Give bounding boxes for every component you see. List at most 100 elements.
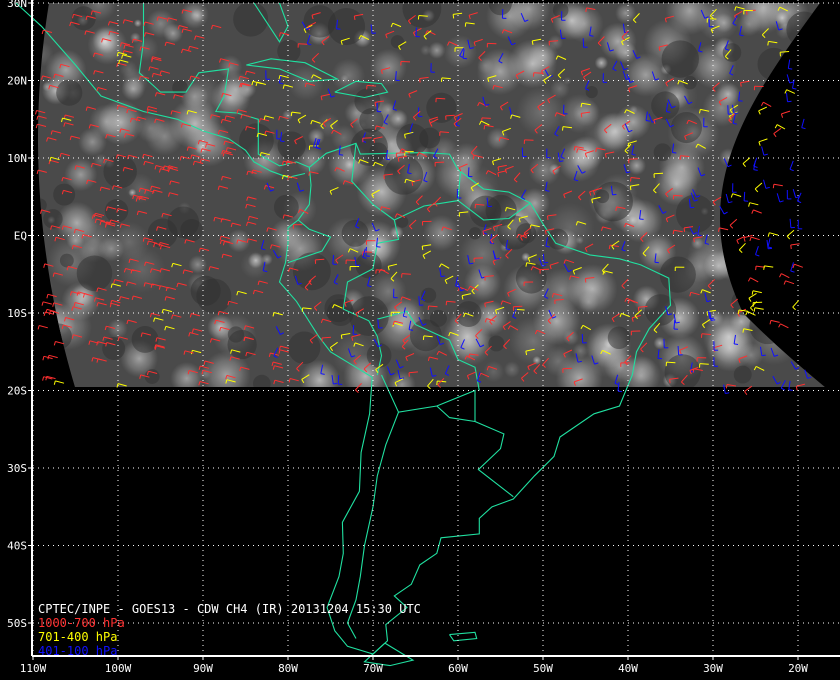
cloud-patch xyxy=(331,58,366,93)
wind-barb xyxy=(801,118,806,130)
wind-barb xyxy=(745,311,756,316)
wind-barb xyxy=(748,202,759,207)
longitude-labels: 110W 100W 90W 80W 70W 60W 50W 40W 30W 20W xyxy=(20,662,809,675)
wind-barb xyxy=(755,246,760,257)
cloud-patch xyxy=(718,148,738,167)
clear-patch xyxy=(131,326,159,353)
lon-label: 100W xyxy=(105,662,132,675)
clear-patch xyxy=(53,183,76,206)
cloud-patch xyxy=(443,34,478,69)
satellite-wind-map: 30N 20N 10N EQ 10S 20S 30S 40S 50S 110W 100W 90W 80… xyxy=(7,0,840,675)
wind-barb xyxy=(776,193,784,203)
lon-label: 90W xyxy=(193,662,213,675)
lat-label: EQ xyxy=(14,230,27,243)
clear-patch xyxy=(277,131,306,160)
wind-barb xyxy=(779,273,790,279)
clear-patch xyxy=(664,354,701,387)
cloud-patch xyxy=(563,76,572,85)
cloud-patch xyxy=(388,370,416,387)
wind-barb xyxy=(758,138,768,146)
wind-barb xyxy=(743,191,749,202)
legend-high-level: 401-100 hPa xyxy=(38,644,118,658)
cloud-patch xyxy=(449,142,484,177)
wind-barb xyxy=(786,92,792,103)
clear-patch xyxy=(341,219,369,247)
map-viewer: 30N 20N 10N EQ 10S 20S 30S 40S 50S 110W 100W 90W 80… xyxy=(0,0,840,680)
cloud-patch xyxy=(482,360,505,383)
latitude-labels: 30N 20N 10N EQ 10S 20S 30S 40S 50S xyxy=(7,0,27,630)
clear-patch xyxy=(76,255,113,292)
clear-patch xyxy=(239,123,274,159)
cloud-patch xyxy=(188,255,208,274)
cloud-patch xyxy=(198,367,211,380)
cloud-patch xyxy=(734,135,760,161)
cloud-patch xyxy=(145,116,184,156)
wind-barb xyxy=(767,238,773,249)
clear-patch xyxy=(172,79,188,96)
clear-patch xyxy=(777,294,810,327)
wind-barb xyxy=(786,229,795,240)
clear-patch xyxy=(396,215,409,228)
clear-patch xyxy=(426,92,457,123)
wind-barb xyxy=(760,101,772,108)
clear-patch xyxy=(675,194,715,233)
wind-barb xyxy=(792,263,803,269)
cloud-patch xyxy=(532,296,581,346)
wind-barb xyxy=(732,183,737,193)
wind-barb xyxy=(797,219,803,230)
wind-barb xyxy=(751,290,762,295)
lat-label: 20S xyxy=(7,385,27,398)
wind-barb xyxy=(719,205,728,215)
cloud-patch xyxy=(119,60,139,79)
wind-barb xyxy=(736,235,746,245)
wind-barb xyxy=(767,232,779,237)
cloud-patch xyxy=(287,64,324,101)
clear-patch xyxy=(789,248,815,273)
wind-barb xyxy=(790,243,800,250)
cloud-patch xyxy=(724,157,771,204)
clear-patch xyxy=(607,326,631,350)
clear-patch xyxy=(757,47,791,81)
clear-patch xyxy=(736,166,763,192)
clear-patch xyxy=(733,365,752,384)
clear-patch xyxy=(741,232,778,269)
wind-barb xyxy=(753,157,758,168)
cloud-patch xyxy=(741,251,779,288)
clear-patch xyxy=(661,40,699,78)
wind-barb xyxy=(787,59,793,70)
clear-patch xyxy=(595,189,610,204)
wind-barb xyxy=(773,127,782,138)
lat-label: 20N xyxy=(7,75,27,88)
lat-label: 50S xyxy=(7,617,27,630)
wind-barb xyxy=(37,325,48,330)
cloud-patch xyxy=(315,112,341,138)
clear-patch xyxy=(196,278,232,314)
clear-patch xyxy=(469,195,502,228)
wind-barb xyxy=(730,193,742,198)
clear-patch xyxy=(552,3,569,18)
cloud-patch xyxy=(615,3,637,24)
cloud-patch xyxy=(767,198,802,233)
lon-label: 80W xyxy=(278,662,298,675)
wind-barb xyxy=(769,319,780,325)
wind-barb xyxy=(763,179,770,189)
wind-barb xyxy=(783,280,795,285)
lon-label: 30W xyxy=(703,662,723,675)
clear-patch xyxy=(659,256,696,293)
cloud-patch xyxy=(516,86,567,137)
cloud-patch xyxy=(796,64,825,101)
wind-barb xyxy=(754,182,763,193)
lat-label: 40S xyxy=(7,540,27,553)
cloud-patch xyxy=(133,19,142,28)
cloud-patch xyxy=(768,89,821,142)
cloud-patch xyxy=(715,243,754,282)
clear-patch xyxy=(71,6,96,31)
cloud-patch xyxy=(299,359,340,387)
clear-patch xyxy=(786,11,822,48)
clear-patch xyxy=(59,253,74,268)
lon-label: 40W xyxy=(618,662,638,675)
coastline-11 xyxy=(380,374,514,498)
map-title: CPTEC/INPE - GOES13 - CDW CH4 (IR) 20131… xyxy=(38,602,421,616)
wind-barb xyxy=(742,157,751,168)
clear-patch xyxy=(233,3,269,37)
